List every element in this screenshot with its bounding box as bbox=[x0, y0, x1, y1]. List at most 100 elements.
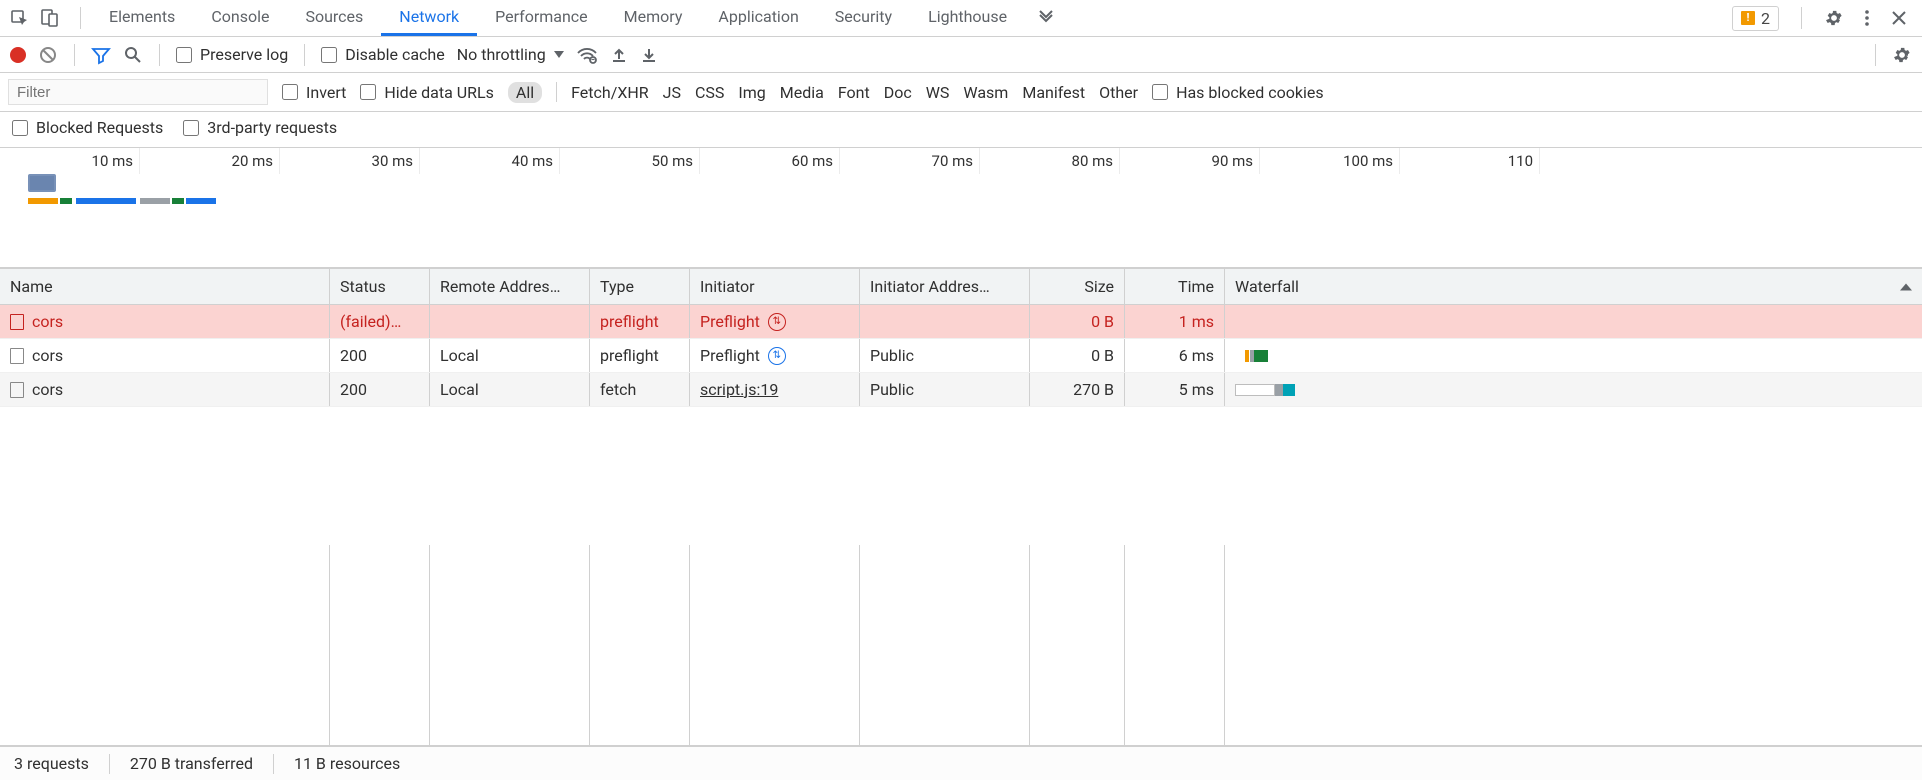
timeline-bar bbox=[60, 198, 72, 204]
download-har-icon[interactable] bbox=[640, 46, 658, 64]
col-type[interactable]: Type bbox=[590, 269, 690, 304]
timeline-tick: 110 bbox=[1400, 148, 1540, 174]
filter-input[interactable] bbox=[8, 79, 268, 105]
initiator-link[interactable]: Preflight bbox=[700, 312, 760, 331]
timeline-selection[interactable] bbox=[28, 174, 56, 192]
waterfall-bar bbox=[1235, 381, 1912, 399]
status-bar: 3 requests 270 B transferred 11 B resour… bbox=[0, 746, 1922, 780]
preserve-log-checkbox[interactable]: Preserve log bbox=[176, 45, 288, 64]
throttling-value: No throttling bbox=[457, 45, 546, 64]
file-icon bbox=[10, 348, 24, 364]
timeline-tick: 30 ms bbox=[280, 148, 420, 174]
filter-type-img[interactable]: Img bbox=[738, 83, 765, 102]
network-toolbar: Preserve log Disable cache No throttling bbox=[0, 37, 1922, 73]
request-name: cors bbox=[32, 312, 63, 331]
invert-checkbox[interactable]: Invert bbox=[282, 83, 346, 102]
table-empty-area bbox=[0, 545, 1922, 745]
timeline-tick: 100 ms bbox=[1260, 148, 1400, 174]
preflight-icon: ⇅ bbox=[768, 347, 786, 365]
filter-bar-2: Blocked Requests 3rd-party requests bbox=[0, 112, 1922, 148]
timeline-bar bbox=[140, 198, 170, 204]
preflight-icon: ⇅ bbox=[768, 313, 786, 331]
sort-asc-icon bbox=[1900, 283, 1912, 290]
kebab-menu-icon[interactable] bbox=[1858, 9, 1876, 27]
disable-cache-label: Disable cache bbox=[345, 45, 444, 64]
filter-type-manifest[interactable]: Manifest bbox=[1022, 83, 1085, 102]
settings-gear-icon[interactable] bbox=[1892, 45, 1912, 65]
throttling-select[interactable]: No throttling bbox=[457, 45, 564, 64]
requests-table: Name Status Remote Addres… Type Initiato… bbox=[0, 268, 1922, 746]
request-name: cors bbox=[32, 346, 63, 365]
initiator-link[interactable]: Preflight bbox=[700, 346, 760, 365]
preserve-log-label: Preserve log bbox=[200, 45, 288, 64]
col-initiator[interactable]: Initiator bbox=[690, 269, 860, 304]
filter-bar: Invert Hide data URLs All Fetch/XHR JS CSS I… bbox=[0, 73, 1922, 112]
tab-performance[interactable]: Performance bbox=[477, 0, 606, 36]
dropdown-icon bbox=[554, 51, 564, 58]
device-toggle-icon[interactable] bbox=[40, 8, 60, 28]
col-remote[interactable]: Remote Addres… bbox=[430, 269, 590, 304]
timeline-tick: 10 ms bbox=[0, 148, 140, 174]
tab-lighthouse[interactable]: Lighthouse bbox=[910, 0, 1025, 36]
filter-type-ws[interactable]: WS bbox=[926, 83, 950, 102]
table-header: Name Status Remote Addres… Type Initiato… bbox=[0, 268, 1922, 305]
network-conditions-icon[interactable] bbox=[576, 45, 598, 65]
timeline-tick: 50 ms bbox=[560, 148, 700, 174]
request-name: cors bbox=[32, 380, 63, 399]
filter-type-css[interactable]: CSS bbox=[695, 83, 724, 102]
timeline-overview[interactable]: 10 ms20 ms30 ms40 ms50 ms60 ms70 ms80 ms… bbox=[0, 148, 1922, 268]
filter-type-all[interactable]: All bbox=[508, 82, 542, 103]
filter-type-wasm[interactable]: Wasm bbox=[963, 83, 1008, 102]
col-name[interactable]: Name bbox=[0, 269, 330, 304]
tab-application[interactable]: Application bbox=[700, 0, 816, 36]
tab-sources[interactable]: Sources bbox=[287, 0, 381, 36]
timeline-bar bbox=[76, 198, 136, 204]
blocked-requests-checkbox[interactable]: Blocked Requests bbox=[12, 118, 163, 137]
timeline-tick: 20 ms bbox=[140, 148, 280, 174]
initiator-link[interactable]: script.js:19 bbox=[700, 380, 778, 399]
table-row[interactable]: cors(failed)…preflightPreflight⇅0 B1 ms bbox=[0, 305, 1922, 339]
filter-icon[interactable] bbox=[91, 45, 111, 65]
devtools-tabbar: ElementsConsoleSourcesNetworkPerformance… bbox=[0, 0, 1922, 37]
timeline-tick: 80 ms bbox=[980, 148, 1120, 174]
waterfall-bar bbox=[1235, 313, 1912, 331]
upload-har-icon[interactable] bbox=[610, 46, 628, 64]
tab-console[interactable]: Console bbox=[193, 0, 287, 36]
disable-cache-checkbox[interactable]: Disable cache bbox=[321, 45, 444, 64]
issues-badge[interactable]: 2 bbox=[1732, 6, 1779, 31]
tab-elements[interactable]: Elements bbox=[91, 0, 193, 36]
tab-memory[interactable]: Memory bbox=[606, 0, 701, 36]
search-icon[interactable] bbox=[123, 45, 143, 65]
third-party-checkbox[interactable]: 3rd-party requests bbox=[183, 118, 337, 137]
timeline-tick: 90 ms bbox=[1120, 148, 1260, 174]
settings-icon[interactable] bbox=[1824, 8, 1844, 28]
col-size[interactable]: Size bbox=[1030, 269, 1125, 304]
status-resources: 11 B resources bbox=[294, 754, 400, 773]
col-waterfall[interactable]: Waterfall bbox=[1225, 269, 1922, 304]
timeline-bar bbox=[172, 198, 184, 204]
table-row[interactable]: cors200LocalpreflightPreflight⇅Public0 B… bbox=[0, 339, 1922, 373]
tab-security[interactable]: Security bbox=[817, 0, 910, 36]
record-button[interactable] bbox=[10, 47, 26, 63]
clear-icon[interactable] bbox=[38, 45, 58, 65]
col-time[interactable]: Time bbox=[1125, 269, 1225, 304]
filter-type-fetch-xhr[interactable]: Fetch/XHR bbox=[571, 83, 649, 102]
filter-type-js[interactable]: JS bbox=[663, 83, 681, 102]
col-initiator-address[interactable]: Initiator Addres… bbox=[860, 269, 1030, 304]
filter-type-media[interactable]: Media bbox=[780, 83, 824, 102]
status-transferred: 270 B transferred bbox=[130, 754, 253, 773]
filter-type-font[interactable]: Font bbox=[838, 83, 870, 102]
issues-count: 2 bbox=[1761, 9, 1770, 28]
has-blocked-cookies-checkbox[interactable]: Has blocked cookies bbox=[1152, 83, 1324, 102]
inspect-icon[interactable] bbox=[10, 8, 30, 28]
more-tabs-icon[interactable] bbox=[1037, 9, 1055, 27]
tab-network[interactable]: Network bbox=[381, 0, 477, 36]
close-icon[interactable] bbox=[1890, 9, 1908, 27]
file-icon bbox=[10, 314, 24, 330]
filter-type-other[interactable]: Other bbox=[1099, 83, 1138, 102]
timeline-bar bbox=[28, 198, 58, 204]
filter-type-doc[interactable]: Doc bbox=[884, 83, 912, 102]
col-status[interactable]: Status bbox=[330, 269, 430, 304]
table-row[interactable]: cors200Localfetchscript.js:19Public270 B… bbox=[0, 373, 1922, 407]
hide-data-urls-checkbox[interactable]: Hide data URLs bbox=[360, 83, 494, 102]
